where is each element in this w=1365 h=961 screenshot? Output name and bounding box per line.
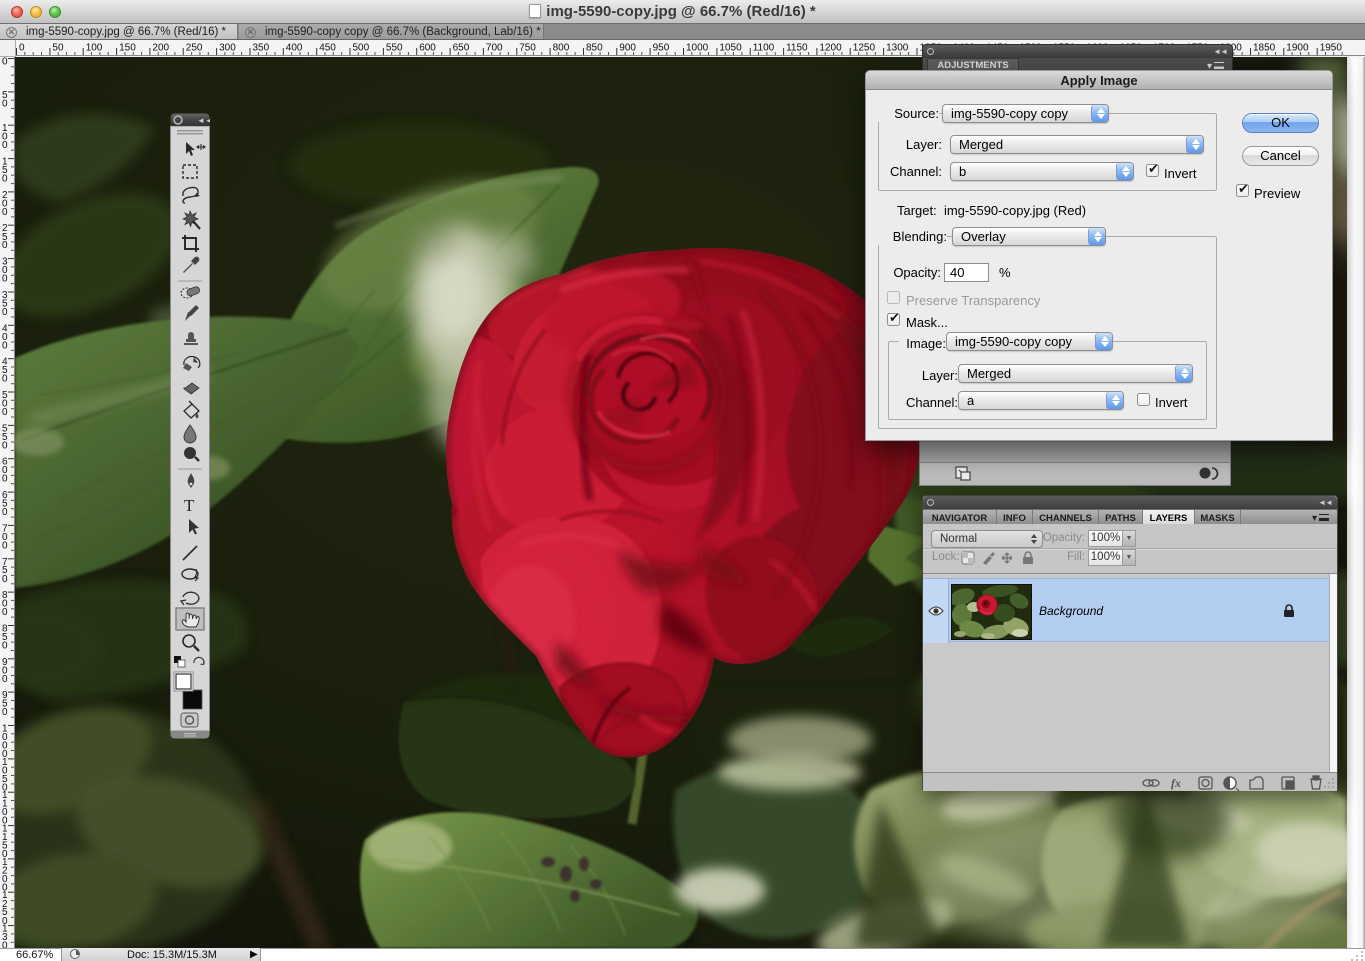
svg-text:750: 750 — [519, 43, 536, 54]
svg-text:450: 450 — [319, 43, 336, 54]
svg-text:0: 0 — [2, 274, 8, 285]
svg-text:0: 0 — [2, 641, 8, 652]
svg-text:400: 400 — [286, 43, 303, 54]
svg-text:0: 0 — [2, 474, 8, 485]
svg-text:900: 900 — [619, 43, 636, 54]
svg-text:150: 150 — [119, 43, 136, 54]
svg-text:250: 250 — [186, 43, 203, 54]
svg-text:0: 0 — [2, 140, 8, 151]
svg-text:0: 0 — [2, 607, 8, 618]
svg-text:0: 0 — [2, 240, 8, 251]
svg-text:0: 0 — [2, 98, 8, 109]
svg-text:0: 0 — [2, 540, 8, 551]
svg-text:1950: 1950 — [1320, 43, 1343, 54]
svg-text:0: 0 — [2, 340, 8, 351]
svg-text:950: 950 — [653, 43, 670, 54]
svg-text:1150: 1150 — [786, 43, 808, 54]
svg-text:0: 0 — [2, 374, 8, 385]
svg-text:850: 850 — [586, 43, 603, 54]
svg-text:1100: 1100 — [753, 43, 775, 54]
svg-text:0: 0 — [19, 43, 25, 54]
svg-text:0: 0 — [2, 707, 8, 718]
svg-text:fx: fx — [1171, 776, 1181, 790]
svg-text:100: 100 — [86, 43, 103, 54]
svg-text:◄◄: ◄◄ — [197, 116, 210, 125]
svg-text:1300: 1300 — [886, 43, 909, 54]
svg-text:600: 600 — [419, 43, 436, 54]
svg-text:0: 0 — [2, 440, 8, 451]
svg-text:0: 0 — [2, 207, 8, 218]
svg-text:550: 550 — [386, 43, 403, 54]
svg-text:T: T — [184, 496, 195, 515]
svg-text:0: 0 — [2, 307, 8, 318]
svg-text:0: 0 — [2, 174, 8, 185]
svg-text:650: 650 — [453, 43, 470, 54]
svg-text:700: 700 — [486, 43, 503, 54]
svg-text:1900: 1900 — [1286, 43, 1309, 54]
svg-text:1000: 1000 — [686, 43, 709, 54]
svg-text:0: 0 — [2, 574, 8, 585]
svg-text:500: 500 — [353, 43, 370, 54]
svg-text:0: 0 — [2, 57, 8, 68]
svg-text:1250: 1250 — [853, 43, 876, 54]
svg-text:800: 800 — [553, 43, 570, 54]
svg-text:0: 0 — [2, 507, 8, 518]
svg-text:1850: 1850 — [1253, 43, 1276, 54]
svg-text:300: 300 — [219, 43, 236, 54]
svg-text:350: 350 — [253, 43, 270, 54]
svg-text:1050: 1050 — [719, 43, 742, 54]
svg-text:50: 50 — [52, 43, 64, 54]
svg-text:200: 200 — [152, 43, 169, 54]
svg-text:0: 0 — [2, 407, 8, 418]
svg-text:1200: 1200 — [819, 43, 842, 54]
svg-text:0: 0 — [2, 674, 8, 685]
